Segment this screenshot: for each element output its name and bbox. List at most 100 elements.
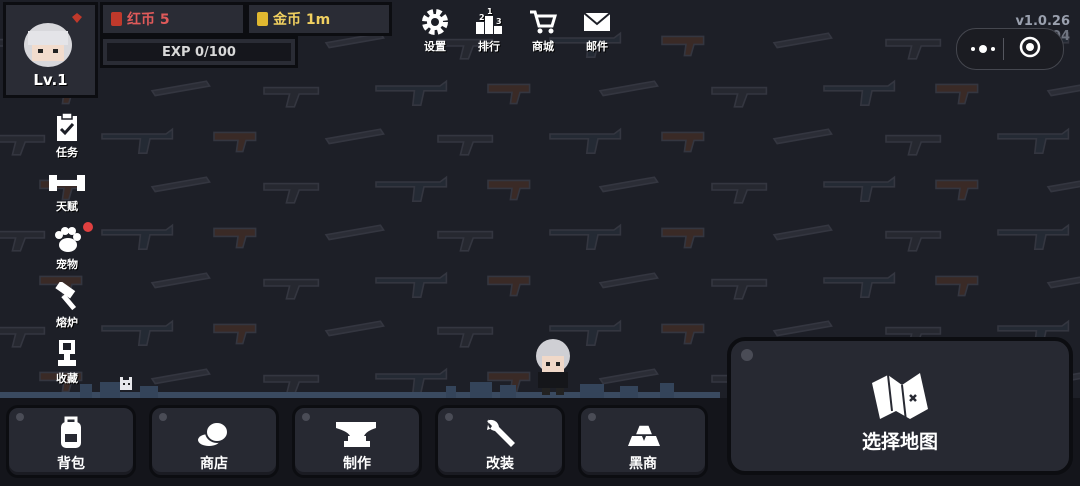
player-character	[536, 339, 570, 395]
wallpaper-weapon	[823, 79, 896, 107]
side-item-furnace[interactable]: 熔炉	[42, 282, 92, 330]
button-rivet	[445, 413, 453, 421]
dumbbell-icon	[49, 175, 85, 191]
store-button[interactable]: 商店	[149, 405, 279, 478]
shop-mall-label: 商城	[532, 40, 554, 53]
podium-icon: 213	[476, 8, 502, 34]
pet-cat	[120, 377, 132, 390]
select-map-button[interactable]: 选择地图	[727, 337, 1073, 475]
tasks-label: 任务	[56, 146, 78, 159]
settings-button[interactable]: 设置	[413, 8, 457, 54]
wallpaper-weapon	[549, 127, 622, 155]
wallpaper-weapon	[598, 80, 659, 97]
paw-icon	[55, 227, 81, 252]
mini-program-capsule	[956, 28, 1064, 70]
wallpaper-weapon	[935, 179, 979, 201]
ranking-button[interactable]: 213 排行	[467, 8, 511, 54]
wallpaper-weapon	[997, 127, 1070, 155]
wallpaper-weapon	[772, 320, 833, 337]
shop-mall-button[interactable]: 商城	[521, 8, 565, 54]
close-target-button[interactable]	[1018, 35, 1042, 63]
gold-coin-icon	[257, 12, 268, 26]
wallpaper-weapon	[661, 35, 705, 57]
backpack-button[interactable]: 背包	[6, 405, 136, 478]
wallpaper-weapon	[487, 275, 531, 297]
red-gem-icon	[111, 12, 122, 26]
wallpaper-weapon	[213, 227, 257, 249]
mail-label: 邮件	[586, 40, 608, 53]
wallpaper-weapon	[711, 278, 768, 300]
wallpaper-weapon	[375, 79, 448, 107]
wallpaper-weapon	[598, 272, 659, 289]
button-rivet	[159, 413, 167, 421]
wallpaper-weapon	[823, 271, 896, 299]
ranking-label: 排行	[478, 40, 500, 53]
cart-icon	[530, 10, 558, 34]
side-item-tasks[interactable]: 任务	[42, 112, 92, 160]
wallpaper-weapon	[0, 134, 46, 156]
wallpaper-weapon	[263, 86, 320, 108]
anvil-icon	[336, 422, 376, 447]
gold-coin-counter: 金币 1m	[246, 2, 392, 36]
gold-bars-icon	[628, 424, 660, 446]
wallpaper-weapon	[661, 227, 705, 249]
player-avatar[interactable]: Lv.1	[3, 2, 98, 98]
craft-label: 制作	[343, 456, 371, 472]
store-label: 商店	[200, 456, 228, 472]
clipboard-check-icon	[57, 112, 77, 141]
city-skyline-ground	[0, 382, 720, 398]
wallpaper-weapon	[1046, 276, 1080, 289]
side-item-talent[interactable]: 天赋	[42, 170, 92, 214]
black-market-label: 黑商	[629, 456, 657, 472]
player-level: Lv.1	[33, 71, 68, 89]
wallpaper-weapon	[935, 275, 979, 297]
wallpaper-weapon	[375, 271, 448, 299]
mail-icon	[583, 12, 611, 31]
notification-dot	[83, 222, 93, 232]
wallpaper-weapon	[661, 323, 705, 345]
wallpaper-weapon	[324, 128, 385, 145]
modify-button[interactable]: 改装	[435, 405, 565, 478]
wallpaper-weapon	[772, 128, 833, 145]
wallpaper-weapon	[0, 326, 46, 348]
wallpaper-weapon	[598, 176, 659, 193]
wallpaper-weapon	[487, 179, 531, 201]
wallpaper-weapon	[150, 176, 211, 193]
exp-bar: EXP 0/100	[100, 36, 298, 68]
trophy-icon	[58, 340, 76, 366]
black-market-button[interactable]: 黑商	[578, 405, 708, 478]
wallpaper-weapon	[885, 134, 942, 156]
gear-icon	[422, 9, 448, 35]
wallpaper-weapon	[661, 131, 705, 153]
more-options-button[interactable]	[971, 45, 995, 53]
wallpaper-weapon	[885, 230, 942, 252]
side-item-collection[interactable]: 收藏	[42, 338, 92, 386]
settings-label: 设置	[424, 40, 446, 53]
backpack-label: 背包	[57, 456, 85, 472]
wallpaper-weapon	[375, 175, 448, 203]
button-rivet	[741, 349, 753, 361]
button-rivet	[588, 413, 596, 421]
wrench-icon	[487, 419, 515, 447]
side-item-pet[interactable]: 宠物	[42, 222, 93, 272]
exp-label: EXP 0/100	[162, 44, 236, 60]
close-target-icon	[1019, 36, 1041, 58]
wallpaper-weapon	[101, 223, 174, 251]
wallpaper-weapon	[997, 223, 1070, 251]
pet-label: 宠物	[56, 258, 78, 271]
wallpaper-weapon	[101, 127, 174, 155]
red-coin-label: 红币 5	[127, 12, 170, 28]
wallpaper-weapon	[150, 272, 211, 289]
wallpaper-weapon	[935, 83, 979, 105]
avatar-portrait	[24, 13, 82, 67]
wallpaper-weapon	[213, 323, 257, 345]
select-map-label: 选择地图	[861, 431, 938, 453]
wallpaper-weapon	[487, 83, 531, 105]
hammer-icon	[55, 282, 77, 311]
wallpaper-weapon	[324, 224, 385, 241]
wallpaper-weapon	[711, 86, 768, 108]
wallpaper-weapon	[549, 223, 622, 251]
craft-button[interactable]: 制作	[292, 405, 422, 478]
mail-button[interactable]: 邮件	[575, 8, 619, 54]
heart-icon	[72, 13, 82, 23]
